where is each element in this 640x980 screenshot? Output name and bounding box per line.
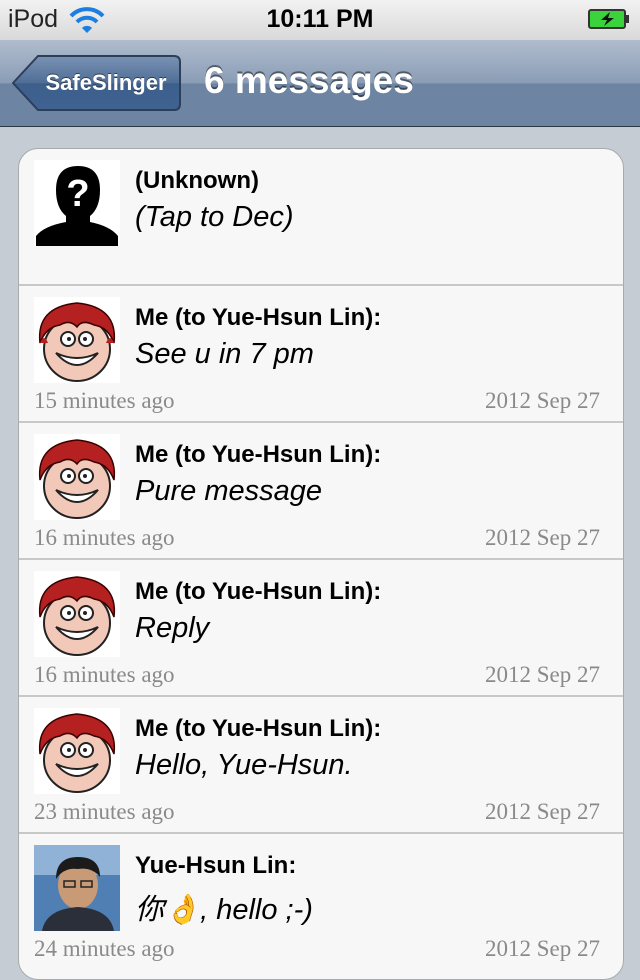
relative-time: 16 minutes ago [34,662,175,687]
message-row[interactable]: Me (to Yue-Hsun Lin): Pure message 16 mi… [19,423,623,560]
relative-time: 15 minutes ago [34,388,175,413]
sender-name: (Unknown) [135,167,259,194]
message-date: 2012 Sep 27 [485,936,600,961]
cartoon-avatar-icon [34,434,120,520]
message-text: Reply [135,612,210,644]
message-date: 2012 Sep 27 [485,388,600,413]
message-row[interactable]: ? (Unknown) (Tap to Dec) [19,149,623,286]
cartoon-avatar-icon [34,297,120,383]
clock: 10:11 PM [266,5,374,33]
message-text: Pure message [135,475,322,507]
back-button-label: SafeSlinger [45,70,167,95]
sender-name: Me (to Yue-Hsun Lin): [135,441,382,468]
message-row[interactable]: Yue-Hsun Lin: 你👌, hello ;-) 24 minutes a… [19,834,623,971]
message-text: See u in 7 pm [135,338,314,370]
message-text: Hello, Yue-Hsun. [135,749,353,781]
sender-name: Yue-Hsun Lin: [135,852,297,879]
relative-time: 23 minutes ago [34,799,175,824]
contact-photo [34,845,120,931]
svg-text:?: ? [66,173,89,215]
status-bar: iPod 10:11 PM [0,0,640,41]
message-list: ? (Unknown) (Tap to Dec) Me (to Yue-Hsun… [18,148,624,980]
cartoon-avatar-icon [34,708,120,794]
sender-name: Me (to Yue-Hsun Lin): [135,578,382,605]
message-text: (Tap to Dec) [135,201,294,233]
cartoon-avatar-icon [34,571,120,657]
relative-time: 16 minutes ago [34,525,175,550]
message-date: 2012 Sep 27 [485,525,600,550]
relative-time: 24 minutes ago [34,936,175,961]
message-row[interactable]: Me (to Yue-Hsun Lin): Hello, Yue-Hsun. 2… [19,697,623,834]
message-text: 你👌, hello ;-) [135,894,313,926]
sender-name: Me (to Yue-Hsun Lin): [135,715,382,742]
sender-name: Me (to Yue-Hsun Lin): [135,304,382,331]
message-date: 2012 Sep 27 [485,662,600,687]
battery-charging-icon [588,9,629,29]
message-date: 2012 Sep 27 [485,799,600,824]
message-row[interactable]: Me (to Yue-Hsun Lin): Reply 16 minutes a… [19,560,623,697]
navigation-bar: SafeSlinger 6 messages [0,40,640,127]
back-button[interactable]: SafeSlinger [12,54,182,112]
page-title: 6 messages [204,60,414,101]
unknown-person-icon: ? [34,160,120,246]
message-row[interactable]: Me (to Yue-Hsun Lin): See u in 7 pm 15 m… [19,286,623,423]
